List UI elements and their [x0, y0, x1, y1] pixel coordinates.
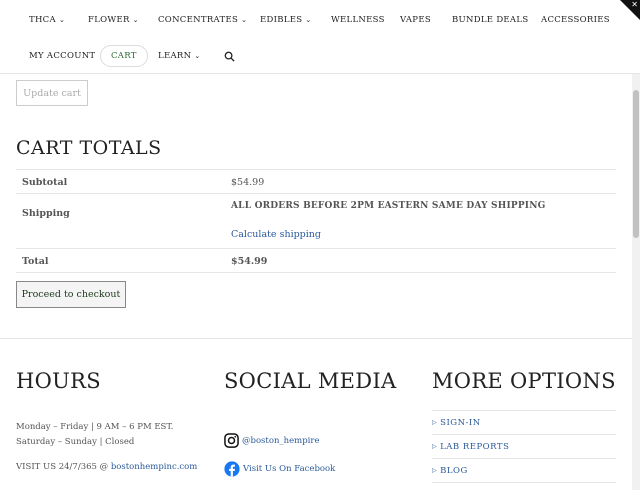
- chevron-down-icon: ⌄: [241, 16, 248, 24]
- scrollbar-thumb[interactable]: [633, 90, 639, 238]
- option-blog[interactable]: ▷ BLOG: [432, 459, 616, 483]
- shipping-note: ALL ORDERS BEFORE 2PM EASTERN SAME DAY S…: [231, 201, 546, 211]
- subtotal-label: Subtotal: [22, 177, 68, 188]
- more-options-list: ▷ SIGN-IN ▷ LAB REPORTS ▷ BLOG: [432, 410, 616, 483]
- option-lab-reports[interactable]: ▷ LAB REPORTS: [432, 435, 616, 459]
- hours-weekend: Saturday – Sunday | Closed: [16, 437, 135, 447]
- option-label: SIGN-IN: [440, 417, 481, 428]
- option-label: BLOG: [440, 465, 468, 476]
- total-label: Total: [22, 256, 49, 267]
- total-value: $54.99: [231, 256, 268, 267]
- arrow-right-icon: ▷: [432, 443, 438, 450]
- option-sign-in[interactable]: ▷ SIGN-IN: [432, 411, 616, 435]
- chevron-down-icon: ⌄: [132, 16, 139, 24]
- instagram-icon: [224, 433, 239, 448]
- more-options-heading: MORE OPTIONS: [432, 369, 616, 393]
- nav-item-accessories[interactable]: ACCESSORIES: [541, 15, 610, 25]
- footer-divider: [0, 338, 632, 339]
- facebook-link[interactable]: Visit Us On Facebook: [224, 461, 335, 477]
- option-label: LAB REPORTS: [440, 441, 510, 452]
- facebook-icon: [224, 461, 240, 477]
- nav-item-cart[interactable]: CART: [100, 45, 148, 67]
- nav-label: ACCESSORIES: [541, 15, 610, 25]
- nav-label: CART: [111, 51, 137, 61]
- nav-item-concentrates[interactable]: CONCENTRATES ⌄: [158, 15, 247, 25]
- nav-label: MY ACCOUNT: [29, 51, 96, 61]
- nav-label: THCA: [29, 15, 56, 25]
- cart-totals-table: Subtotal $54.99 Shipping ALL ORDERS BEFO…: [16, 169, 616, 273]
- arrow-right-icon: ▷: [432, 419, 438, 426]
- calculate-shipping-link[interactable]: Calculate shipping: [231, 229, 321, 240]
- arrow-right-icon: ▷: [432, 467, 438, 474]
- nav-label: CONCENTRATES: [158, 15, 239, 25]
- nav-item-edibles[interactable]: EDIBLES ⌄: [260, 15, 312, 25]
- search-icon[interactable]: [224, 51, 235, 62]
- facebook-label: Visit Us On Facebook: [243, 464, 336, 474]
- chevron-down-icon: ⌄: [305, 16, 312, 24]
- nav-label: FLOWER: [88, 15, 130, 25]
- proceed-to-checkout-button[interactable]: Proceed to checkout: [16, 281, 126, 308]
- nav-label: VAPES: [400, 15, 431, 25]
- instagram-link[interactable]: @boston_hempire: [224, 433, 320, 448]
- nav-label: LEARN: [158, 51, 192, 61]
- hours-weekday: Monday – Friday | 9 AM – 6 PM EST.: [16, 422, 174, 432]
- chevron-down-icon: ⌄: [58, 16, 66, 24]
- nav-item-vapes[interactable]: VAPES: [400, 15, 431, 25]
- nav-item-wellness[interactable]: WELLNESS: [331, 15, 385, 25]
- social-media-heading: SOCIAL MEDIA: [224, 369, 397, 393]
- shipping-row: Shipping ALL ORDERS BEFORE 2PM EASTERN S…: [16, 194, 616, 249]
- nav-item-learn[interactable]: LEARN ⌄: [158, 51, 201, 61]
- website-link[interactable]: bostonhempinc.com: [111, 462, 198, 472]
- instagram-handle: @boston_hempire: [242, 435, 320, 446]
- nav-item-bundle-deals[interactable]: BUNDLE DEALS: [452, 15, 528, 25]
- nav-label: EDIBLES: [260, 15, 303, 25]
- shipping-label: Shipping: [22, 208, 70, 219]
- nav-item-my-account[interactable]: MY ACCOUNT: [29, 51, 95, 61]
- total-row: Total $54.99: [16, 249, 616, 273]
- nav-label: BUNDLE DEALS: [452, 15, 529, 25]
- nav-label: WELLNESS: [331, 15, 385, 25]
- nav-item-flower[interactable]: FLOWER ⌄: [88, 15, 139, 25]
- main-navigation: THCA ⌄ FLOWER ⌄ CONCENTRATES ⌄ EDIBLES ⌄ WEL…: [0, 0, 640, 74]
- subtotal-value: $54.99: [231, 177, 265, 188]
- visit-us-prefix: VISIT US 24/7/365 @: [16, 462, 111, 472]
- close-icon[interactable]: ✕: [631, 0, 638, 9]
- visit-us-text: VISIT US 24/7/365 @ bostonhempinc.com: [16, 462, 197, 472]
- subtotal-row: Subtotal $54.99: [16, 170, 616, 194]
- chevron-down-icon: ⌄: [194, 52, 201, 60]
- nav-item-thca[interactable]: THCA ⌄: [29, 15, 65, 25]
- hours-heading: HOURS: [16, 369, 101, 393]
- update-cart-button[interactable]: Update cart: [16, 80, 88, 106]
- cart-totals-heading: CART TOTALS: [16, 137, 162, 159]
